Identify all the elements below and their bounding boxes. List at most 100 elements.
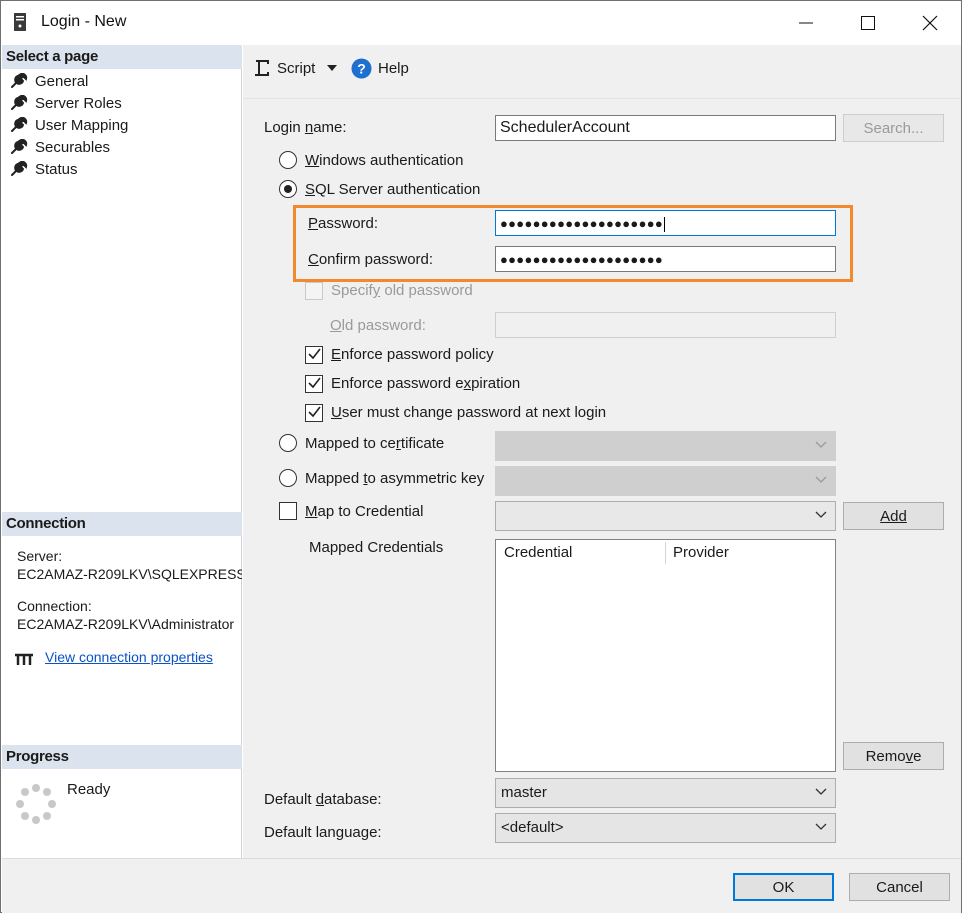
text-cursor <box>664 217 666 233</box>
specify-old-password-checkbox[interactable] <box>305 282 323 300</box>
confirm-password-input[interactable]: ●●●●●●●●●●●●●●●●●●●● <box>495 246 836 272</box>
page-item-server-roles[interactable]: Server Roles <box>9 92 122 114</box>
toolbar: Script ? Help <box>243 45 961 99</box>
default-language-value: <default> <box>501 819 564 836</box>
old-password-label: Old password: <box>330 317 426 334</box>
chevron-down-icon <box>815 788 827 795</box>
map-credential-label: Map to Credential <box>305 503 424 520</box>
left-pane: Select a page General Server Roles User … <box>2 45 242 858</box>
progress-spinner-icon <box>16 784 56 824</box>
map-credential-checkbox[interactable] <box>279 502 297 520</box>
page-item-user-mapping[interactable]: User Mapping <box>9 114 128 136</box>
password-value: ●●●●●●●●●●●●●●●●●●●● <box>500 216 664 231</box>
wrench-icon <box>11 117 28 132</box>
mapped-credentials-list[interactable]: Credential Provider <box>495 539 836 772</box>
select-page-header: Select a page <box>2 45 242 69</box>
checkmark-icon <box>308 377 321 389</box>
must-change-label: User must change password at next login <box>331 404 607 421</box>
page-item-label: Status <box>35 160 78 178</box>
help-icon: ? <box>351 58 372 78</box>
help-button[interactable]: ? Help <box>351 57 409 79</box>
script-icon <box>255 60 269 76</box>
cancel-button[interactable]: Cancel <box>849 873 950 901</box>
windows-auth-label: Windows authentication <box>305 152 464 169</box>
mapped-asym-key-radio[interactable] <box>279 469 297 487</box>
default-database-label: Default database: <box>264 791 382 808</box>
certificate-combo[interactable] <box>495 431 836 461</box>
chevron-down-icon <box>815 476 827 483</box>
login-new-dialog: Login - New Select a page General Server… <box>0 0 962 913</box>
page-item-label: General <box>35 72 89 90</box>
svg-text:?: ? <box>357 60 366 76</box>
mapped-credentials-label: Mapped Credentials <box>309 539 444 556</box>
page-item-label: Server Roles <box>35 94 122 112</box>
page-item-status[interactable]: Status <box>9 158 78 180</box>
connection-label: Connection: <box>17 598 92 614</box>
progress-header: Progress <box>2 745 242 769</box>
window-title: Login - New <box>41 13 127 30</box>
password-input[interactable]: ●●●●●●●●●●●●●●●●●●●● <box>495 210 836 236</box>
wrench-icon <box>11 139 28 154</box>
enforce-policy-checkbox[interactable] <box>305 346 323 364</box>
close-icon <box>922 15 938 31</box>
server-icon <box>14 13 26 31</box>
page-item-label: User Mapping <box>35 116 129 134</box>
search-button[interactable]: Search... <box>843 114 944 142</box>
ok-button[interactable]: OK <box>733 873 834 901</box>
page-item-securables[interactable]: Securables <box>9 136 110 158</box>
confirm-password-label: Confirm password: <box>308 251 434 268</box>
enforce-policy-label: Enforce password policy <box>331 346 494 363</box>
provider-column-header[interactable]: Provider <box>673 544 729 561</box>
maximize-icon <box>861 16 875 30</box>
checkmark-icon <box>308 348 321 360</box>
specify-old-password-label: Specify old password <box>331 282 473 299</box>
dropdown-arrow-icon <box>327 65 338 71</box>
minimize-icon <box>799 22 813 24</box>
minimize-button[interactable] <box>775 1 837 45</box>
add-button[interactable]: Add <box>843 502 944 530</box>
mapped-certificate-radio[interactable] <box>279 434 297 452</box>
connection-properties-icon <box>15 653 33 665</box>
dialog-footer: OK Cancel <box>2 858 961 913</box>
wrench-icon <box>11 95 28 110</box>
close-button[interactable] <box>899 1 961 45</box>
must-change-checkbox[interactable] <box>305 404 323 422</box>
checkmark-icon <box>308 406 321 418</box>
old-password-input[interactable] <box>495 312 836 338</box>
script-label: Script <box>277 59 316 77</box>
credential-combo[interactable] <box>495 501 836 531</box>
asym-key-combo[interactable] <box>495 466 836 496</box>
chevron-down-icon <box>815 441 827 448</box>
connection-header: Connection <box>2 512 242 536</box>
credential-column-header[interactable]: Credential <box>504 544 572 561</box>
enforce-expiration-label: Enforce password expiration <box>331 375 521 392</box>
windows-auth-radio[interactable] <box>279 151 297 169</box>
chevron-down-icon <box>815 823 827 830</box>
default-database-value: master <box>501 784 547 801</box>
connection-value: EC2AMAZ-R209LKV\Administrator <box>17 616 235 632</box>
general-page: Script ? Help Login name: SchedulerAccou… <box>243 45 961 858</box>
wrench-icon <box>11 73 28 88</box>
page-item-label: Securables <box>35 138 111 156</box>
view-connection-properties-link[interactable]: View connection properties <box>45 649 213 665</box>
remove-button[interactable]: Remo v e <box>843 742 944 770</box>
default-database-combo[interactable]: master <box>495 778 836 808</box>
page-item-general[interactable]: General <box>9 70 88 92</box>
login-name-label: Login name: <box>264 119 347 136</box>
login-name-input[interactable]: SchedulerAccount <box>495 115 836 141</box>
sql-auth-radio[interactable] <box>279 180 297 198</box>
wrench-icon <box>11 161 28 176</box>
server-label: Server: <box>17 548 63 564</box>
maximize-button[interactable] <box>837 1 899 45</box>
enforce-expiration-checkbox[interactable] <box>305 375 323 393</box>
password-label: Password: <box>308 215 379 232</box>
chevron-down-icon <box>815 511 827 518</box>
server-value: EC2AMAZ-R209LKV\SQLEXPRESS <box>17 566 242 582</box>
default-language-label: Default language: <box>264 824 382 841</box>
progress-status: Ready <box>67 781 111 798</box>
default-language-combo[interactable]: <default> <box>495 813 836 843</box>
column-divider <box>665 542 666 564</box>
mapped-asym-key-label: Mapped to asymmetric key <box>305 470 485 487</box>
title-bar: Login - New <box>1 1 961 45</box>
script-button[interactable]: Script <box>253 57 338 79</box>
